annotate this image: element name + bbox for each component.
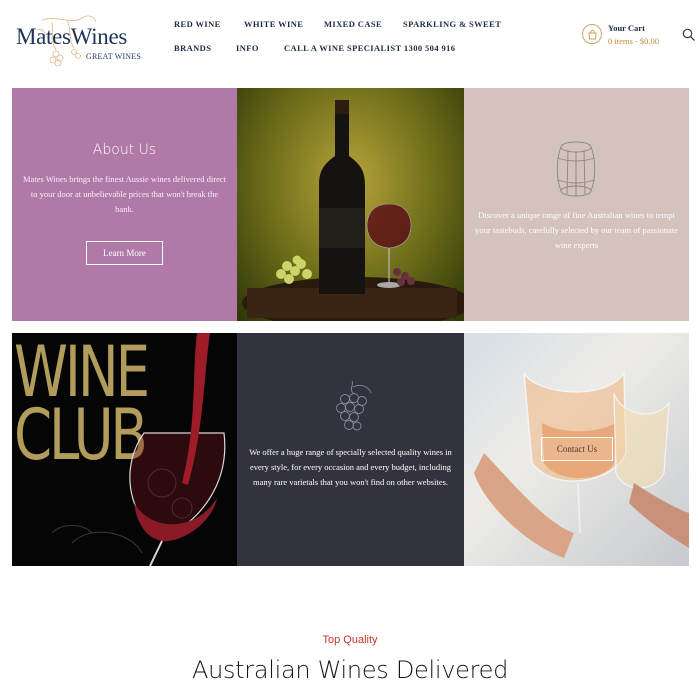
contact-tile: Contact Us: [464, 333, 689, 566]
barrel-icon: [556, 141, 596, 197]
range-text: We offer a huge range of specially selec…: [249, 447, 452, 487]
site-logo[interactable]: MatesWines GREAT WINES: [14, 10, 144, 70]
discover-text: Discover a unique range of fine Australi…: [475, 210, 678, 250]
wine-club-tile[interactable]: WINE CLUB: [12, 333, 237, 566]
wine-bottle-photo: [237, 88, 464, 321]
discover-tile: Discover a unique range of fine Australi…: [464, 88, 689, 321]
site-header: MatesWines GREAT WINES RED WINE WHITE WI…: [0, 0, 700, 80]
nav-white-wine[interactable]: WHITE WINE: [244, 19, 303, 29]
cart-title: Your Cart: [608, 23, 645, 33]
nav-call-specialist[interactable]: CALL A WINE SPECIALIST 1300 504 916: [284, 43, 455, 53]
learn-more-button[interactable]: Learn More: [86, 241, 163, 265]
about-text: Mates Wines brings the finest Aussie win…: [23, 174, 226, 214]
shopping-bag-icon: [582, 24, 602, 44]
nav-red-wine[interactable]: RED WINE: [174, 19, 221, 29]
nav-sparkling-sweet[interactable]: SPARKLING & SWEET: [403, 19, 501, 29]
nav-brands[interactable]: BRANDS: [174, 43, 211, 53]
nav-mixed-case[interactable]: MIXED CASE: [324, 19, 382, 29]
cart-summary: 0 items - $0.00: [608, 36, 659, 46]
nav-info[interactable]: INFO: [236, 43, 259, 53]
about-tile: About Us Mates Wines brings the finest A…: [12, 88, 237, 321]
logo-subtitle: GREAT WINES: [86, 52, 142, 61]
about-title: About Us: [92, 142, 157, 158]
wine-bottle-illustration: [242, 100, 464, 321]
range-tile: We offer a huge range of specially selec…: [237, 333, 464, 566]
logo-title: MatesWines: [16, 24, 128, 49]
section-title: Australian Wines Delivered: [191, 656, 509, 684]
contact-us-button[interactable]: Contact Us: [541, 437, 613, 461]
grapes-icon: [336, 380, 372, 431]
cart-widget[interactable]: Your Cart 0 items - $0.00: [582, 22, 692, 52]
wine-glass-illustration: [51, 333, 226, 566]
section-eyebrow: Top Quality: [322, 634, 378, 646]
search-icon[interactable]: [682, 28, 696, 42]
